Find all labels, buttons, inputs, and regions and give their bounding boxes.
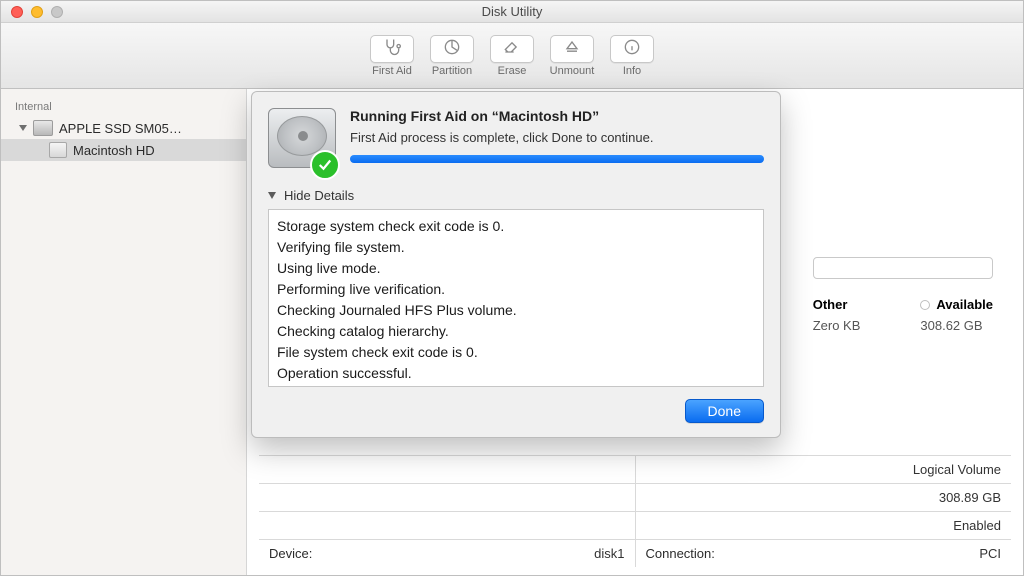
info-label: Device: xyxy=(269,546,312,561)
info-value: Enabled xyxy=(953,518,1001,533)
log-line: Checking Journaled HFS Plus volume. xyxy=(277,300,755,321)
toolbar-label: First Aid xyxy=(372,65,412,77)
toolbar-first-aid[interactable]: First Aid xyxy=(364,35,420,77)
progress-fill xyxy=(350,155,764,163)
volume-icon xyxy=(49,142,67,158)
log-output[interactable]: Storage system check exit code is 0. Ver… xyxy=(268,209,764,387)
log-line: Performing live verification. xyxy=(277,279,755,300)
stethoscope-icon xyxy=(382,37,402,60)
mount-point-field xyxy=(813,257,993,279)
sheet-title: Running First Aid on “Macintosh HD” xyxy=(350,108,764,124)
toolbar-label: Partition xyxy=(432,65,472,77)
info-value: 308.89 GB xyxy=(939,490,1001,505)
sidebar: Internal APPLE SSD SM05… Macintosh HD xyxy=(1,89,247,575)
close-window-button[interactable] xyxy=(11,6,23,18)
info-table: Logical Volume 308.89 GB Enabled Device:… xyxy=(259,455,1011,567)
legend-label: Other xyxy=(813,297,848,312)
disclosure-triangle-icon[interactable] xyxy=(19,125,27,131)
sheet-subtitle: First Aid process is complete, click Don… xyxy=(350,130,764,145)
eject-icon xyxy=(562,37,582,60)
legend-value: Zero KB xyxy=(813,318,861,333)
log-line: Checking catalog hierarchy. xyxy=(277,321,755,342)
first-aid-sheet: Running First Aid on “Macintosh HD” Firs… xyxy=(251,91,781,438)
toolbar-label: Erase xyxy=(498,65,527,77)
info-value: disk1 xyxy=(594,546,624,561)
done-button[interactable]: Done xyxy=(685,399,764,423)
hide-details-toggle[interactable]: Hide Details xyxy=(268,188,764,203)
sidebar-section-internal: Internal xyxy=(1,97,246,117)
sidebar-item-label: Macintosh HD xyxy=(73,143,155,158)
info-value: Logical Volume xyxy=(913,462,1001,477)
stat-available: Available 308.62 GB xyxy=(920,297,993,333)
info-value: PCI xyxy=(979,546,1001,561)
stat-other: Other Zero KB xyxy=(813,297,861,333)
traffic-lights xyxy=(11,6,63,18)
log-line: Verifying file system. xyxy=(277,237,755,258)
eraser-icon xyxy=(502,37,522,60)
legend-value: 308.62 GB xyxy=(920,318,993,333)
info-label: Connection: xyxy=(646,546,715,561)
usage-stats: Other Zero KB Available 308.62 GB xyxy=(813,297,993,333)
toggle-label: Hide Details xyxy=(284,188,354,203)
zoom-window-button[interactable] xyxy=(51,6,63,18)
toolbar-label: Info xyxy=(623,65,641,77)
toolbar-unmount[interactable]: Unmount xyxy=(544,35,600,77)
sidebar-item-label: APPLE SSD SM05… xyxy=(59,121,182,136)
toolbar: First Aid Partition Erase Unmount Info xyxy=(1,23,1023,89)
legend-swatch-icon xyxy=(920,300,930,310)
minimize-window-button[interactable] xyxy=(31,6,43,18)
log-line: Using live mode. xyxy=(277,258,755,279)
titlebar: Disk Utility xyxy=(1,1,1023,23)
window-title: Disk Utility xyxy=(1,4,1023,19)
toolbar-erase[interactable]: Erase xyxy=(484,35,540,77)
progress-bar xyxy=(350,155,764,163)
pie-icon xyxy=(442,37,462,60)
sidebar-item-volume[interactable]: Macintosh HD xyxy=(1,139,246,161)
drive-icon xyxy=(33,120,53,136)
log-line: File system check exit code is 0. xyxy=(277,342,755,363)
toolbar-info[interactable]: Info xyxy=(604,35,660,77)
toolbar-label: Unmount xyxy=(550,65,595,77)
check-badge-icon xyxy=(310,150,340,180)
log-line: Storage system check exit code is 0. xyxy=(277,216,755,237)
legend-label: Available xyxy=(936,297,993,312)
toolbar-partition[interactable]: Partition xyxy=(424,35,480,77)
drive-large-icon xyxy=(268,108,336,176)
disk-utility-window: Disk Utility First Aid Partition Erase U… xyxy=(0,0,1024,576)
sidebar-item-disk[interactable]: APPLE SSD SM05… xyxy=(1,117,246,139)
info-icon xyxy=(622,37,642,60)
log-line: Operation successful. xyxy=(277,363,755,384)
disclosure-triangle-icon xyxy=(268,192,276,199)
